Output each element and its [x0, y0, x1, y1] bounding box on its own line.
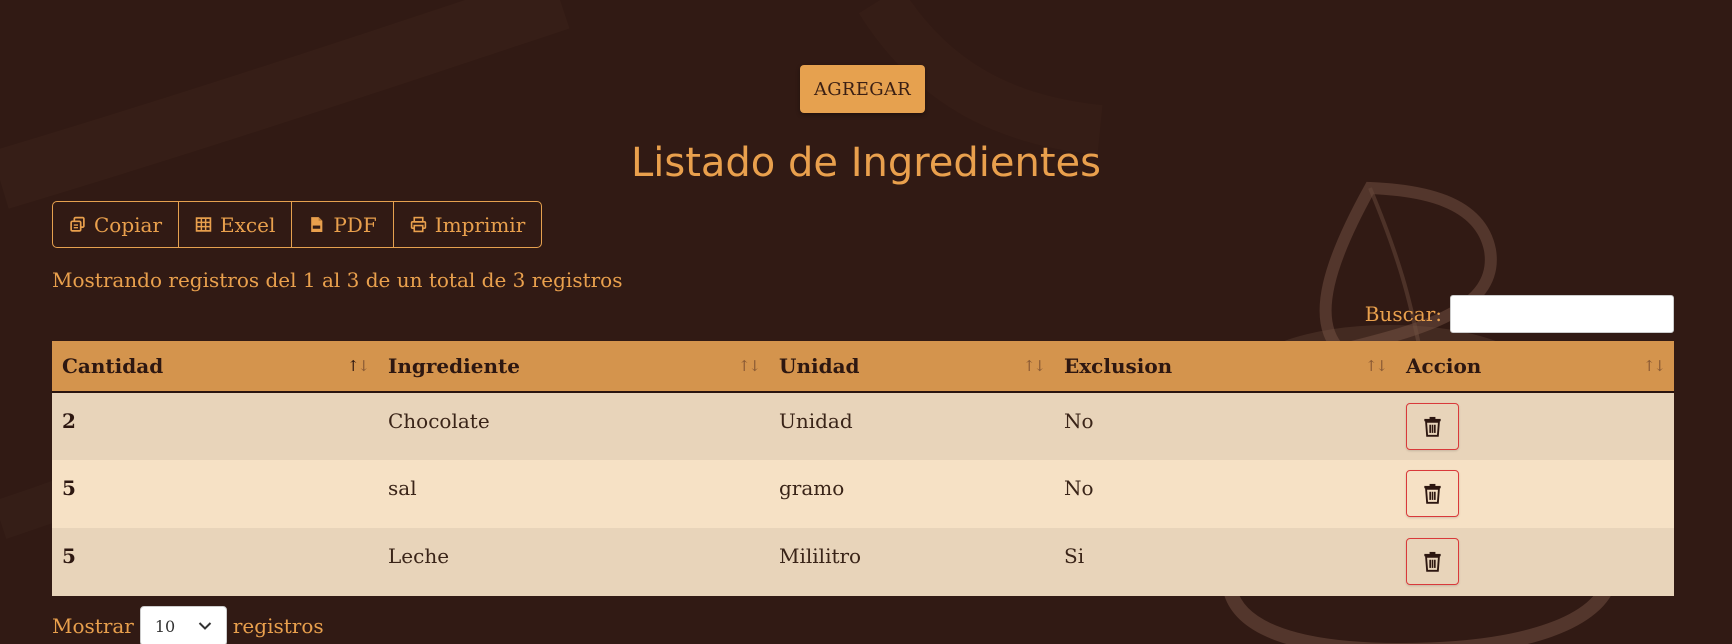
ingredients-table: Cantidad ↑↓ Ingrediente ↑↓ Unidad ↑↓ Exclus…	[52, 341, 1674, 596]
cell-unidad: gramo	[779, 476, 845, 500]
table-icon	[195, 217, 212, 232]
page: AGREGAR Listado de Ingredientes Copiar E…	[0, 0, 1732, 644]
excel-button-label: Excel	[220, 212, 276, 237]
length-menu: Mostrar 10 registros	[52, 606, 324, 644]
delete-button[interactable]	[1406, 538, 1459, 585]
sort-icon: ↑↓	[1364, 357, 1388, 375]
search-input[interactable]	[1450, 295, 1674, 333]
sort-icon: ↑↓	[1022, 357, 1046, 375]
column-header-exclusion[interactable]: Exclusion ↑↓	[1054, 341, 1396, 393]
copy-button-label: Copiar	[94, 212, 163, 237]
export-button-group: Copiar Excel PDF Imprimir	[52, 201, 543, 248]
cell-ingrediente: Leche	[388, 544, 450, 568]
print-button[interactable]: Imprimir	[394, 202, 542, 247]
copy-icon	[70, 216, 85, 232]
cell-exclusion: Si	[1064, 544, 1085, 568]
column-header-accion[interactable]: Accion ↑↓	[1396, 341, 1674, 393]
excel-button[interactable]: Excel	[179, 202, 293, 247]
cell-cantidad: 5	[62, 544, 76, 568]
chevron-down-icon	[198, 622, 212, 630]
cell-cantidad: 5	[62, 476, 76, 500]
column-header-label: Unidad	[779, 354, 860, 378]
trash-icon	[1424, 551, 1441, 572]
page-title: Listado de Ingredientes	[630, 140, 1102, 186]
sort-icon: ↑↓	[1642, 357, 1666, 375]
cell-accion	[1396, 528, 1674, 596]
sort-icon: ↑↓	[737, 357, 761, 375]
cell-exclusion: No	[1064, 409, 1094, 433]
print-icon	[410, 216, 426, 233]
column-header-cantidad[interactable]: Cantidad ↑↓	[52, 341, 378, 393]
cell-exclusion: No	[1064, 476, 1094, 500]
cell-ingrediente: sal	[388, 476, 417, 500]
trash-icon	[1424, 483, 1441, 504]
cell-accion	[1396, 392, 1674, 460]
search-label: Buscar:	[1364, 302, 1442, 326]
page-length-value: 10	[154, 616, 176, 636]
cell-unidad: Mililitro	[779, 544, 862, 568]
table-row: 5 sal gramo No	[52, 460, 1674, 528]
add-button[interactable]: AGREGAR	[800, 65, 925, 113]
print-button-label: Imprimir	[434, 212, 526, 237]
copy-button[interactable]: Copiar	[53, 202, 180, 247]
page-length-select[interactable]: 10	[139, 606, 227, 644]
cell-cantidad: 2	[62, 409, 76, 433]
column-header-unidad[interactable]: Unidad ↑↓	[769, 341, 1054, 393]
cell-unidad: Unidad	[779, 409, 853, 433]
pdf-button-label: PDF	[333, 212, 377, 237]
cell-accion	[1396, 460, 1674, 528]
pdf-file-icon	[311, 217, 323, 232]
sort-icon: ↑↓	[346, 357, 370, 375]
table-row: 2 Chocolate Unidad No	[52, 392, 1674, 460]
column-header-label: Ingrediente	[388, 354, 520, 378]
pdf-button[interactable]: PDF	[292, 202, 394, 247]
column-header-label: Exclusion	[1064, 354, 1173, 378]
table-info: Mostrando registros del 1 al 3 de un tot…	[52, 268, 623, 292]
trash-icon	[1424, 416, 1441, 437]
length-prefix: Mostrar	[52, 614, 134, 638]
column-header-ingrediente[interactable]: Ingrediente ↑↓	[378, 341, 769, 393]
cell-ingrediente: Chocolate	[388, 409, 490, 433]
column-header-label: Accion	[1406, 354, 1482, 378]
length-suffix: registros	[232, 614, 324, 638]
column-header-label: Cantidad	[62, 354, 164, 378]
search-filter: Buscar:	[1365, 295, 1674, 333]
table-header-row: Cantidad ↑↓ Ingrediente ↑↓ Unidad ↑↓ Exclus…	[52, 341, 1674, 393]
table-row: 5 Leche Mililitro Si	[52, 528, 1674, 596]
delete-button[interactable]	[1406, 403, 1459, 450]
delete-button[interactable]	[1406, 470, 1459, 517]
